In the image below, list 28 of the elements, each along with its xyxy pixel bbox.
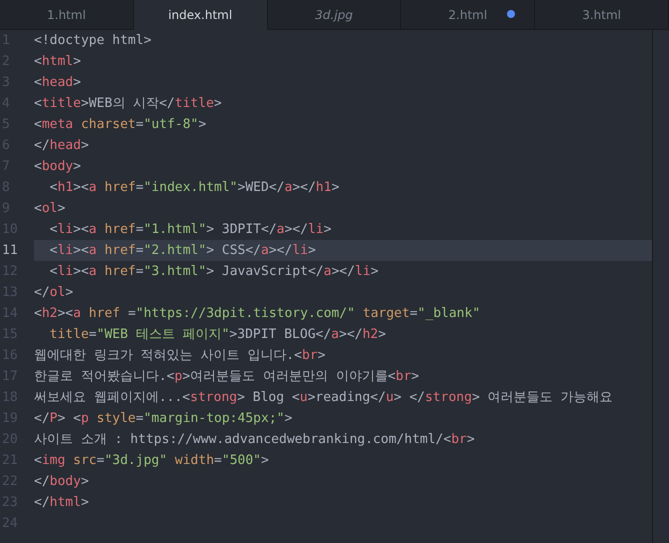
line-number: 11	[1, 243, 19, 258]
editor-tab[interactable]: 2.html	[401, 0, 536, 30]
code-line: </P> <p style="margin-top:45px;">	[34, 410, 294, 428]
code-line: </body>	[34, 473, 90, 491]
code-line: <li><a href="3.html"> JavavScript</a></li>	[48, 263, 380, 281]
code-line: 한글로 적어봤습니다.<p>여러분들도 여러분만의 이야기를<br>	[34, 368, 420, 386]
code-line: <body>	[34, 158, 82, 176]
code-line: <head>	[34, 74, 82, 92]
code-line: </head>	[34, 137, 90, 155]
code-line: 써보세요 웹페이지에...<strong> Blog <u>reading</u> </strong> 여러분들도 가능해요	[34, 389, 614, 407]
code-line: 사이트 소개 : https://www.advancedwebranking.com/html/<br>	[34, 431, 476, 449]
code-line: <h2><a href ="https://3dpit.tistory.com/" target="_blank"	[34, 305, 482, 323]
code-line: </html>	[34, 494, 90, 512]
editor-tab[interactable]: 3.html	[535, 0, 669, 30]
code-line: <ol>	[34, 200, 66, 218]
code-line: <img src="3d.jpg" width="500">	[34, 452, 270, 470]
code-line: title="WEB 테스트 페이지">3DPIT BLOG</a></h2>	[48, 326, 387, 344]
editor-tab[interactable]: 1.html	[0, 0, 134, 30]
code-line: 웹에대한 링크가 적혀있는 사이트 입니다.<br>	[34, 347, 326, 365]
code-line: <h1><a href="index.html">WED</a></h1>	[48, 179, 340, 197]
code-line: <li><a href="1.html"> 3DPIT</a></li>	[48, 221, 332, 239]
editor-tab[interactable]: 3d.jpg	[268, 0, 402, 30]
code-line: <title>WEB의 시작</title>	[34, 95, 223, 113]
code-line: </ol>	[34, 284, 74, 302]
editor-tab[interactable]: index.html	[134, 0, 268, 30]
code-line: <!doctype html>	[34, 32, 152, 50]
code-line: <html>	[34, 53, 82, 71]
code-line: <meta charset="utf-8">	[34, 116, 208, 134]
